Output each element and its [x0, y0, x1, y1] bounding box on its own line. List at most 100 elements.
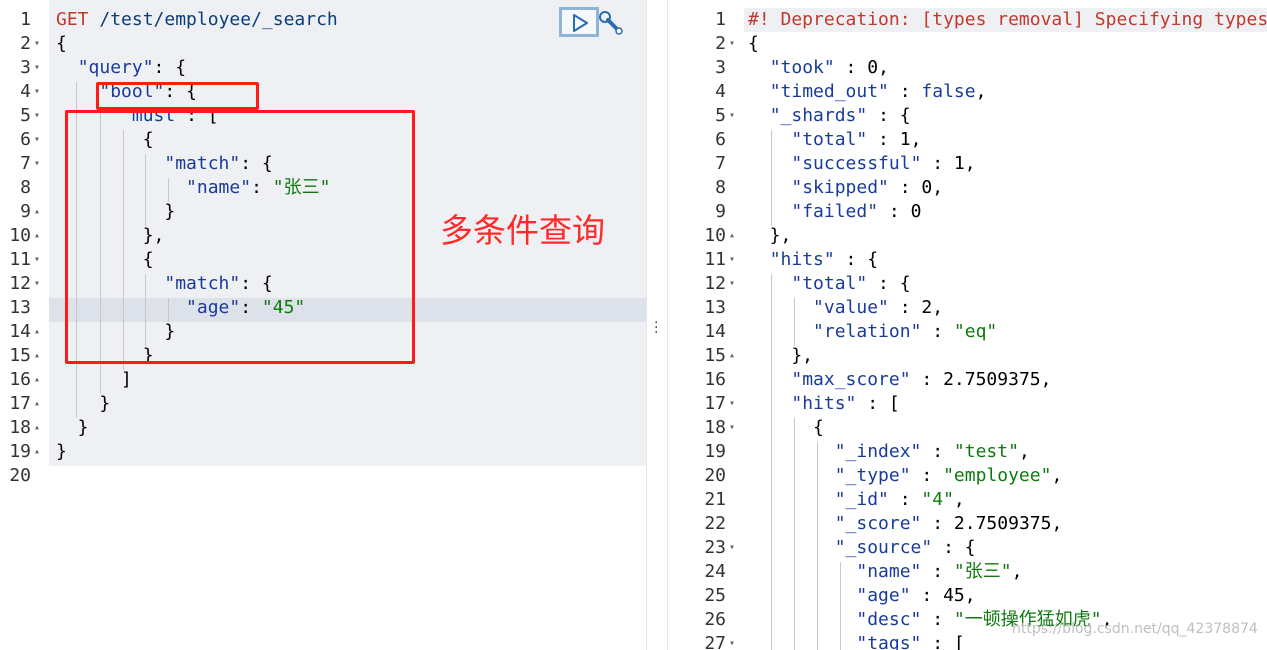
code-line[interactable]: 1 GET /test/employee/_search [0, 8, 646, 32]
pane-resizer[interactable]: · · · [646, 0, 668, 650]
code-token: , [975, 81, 987, 102]
fold-close-icon[interactable]: ▴ [34, 200, 40, 224]
code-line[interactable]: 19 "_index" : "test", [668, 440, 1267, 464]
code-token: "skipped" [791, 177, 889, 198]
line-number: 1 [20, 9, 31, 30]
fold-open-icon[interactable]: ▾ [729, 632, 735, 650]
code-line[interactable]: 7 "successful" : 1, [668, 152, 1267, 176]
code-line[interactable]: 5 ▾ "_shards" : { [668, 104, 1267, 128]
code-text: "total" : 1, [748, 128, 921, 152]
fold-open-icon[interactable]: ▾ [34, 80, 40, 104]
code-text: "_index" : "test", [748, 440, 1030, 464]
code-line[interactable]: 12 ▾ "total" : { [668, 272, 1267, 296]
code-line[interactable]: 19 ▴} [0, 440, 646, 464]
code-line[interactable]: 17 ▾ "hits" : [ [668, 392, 1267, 416]
line-number: 6 [715, 129, 726, 150]
fold-open-icon[interactable]: ▾ [729, 392, 735, 416]
request-editor[interactable]: 1 GET /test/employee/_search 2 ▾{3 ▾ "query"… [0, 0, 646, 650]
code-line[interactable]: 25 "age" : 45, [668, 584, 1267, 608]
code-token: : 0, [834, 57, 889, 78]
code-line[interactable]: 3 ▾ "query": { [0, 56, 646, 80]
code-line[interactable]: 2 ▾ { [668, 32, 1267, 56]
fold-open-icon[interactable]: ▾ [729, 248, 735, 272]
code-line[interactable]: 2 ▾ { [0, 32, 646, 56]
fold-close-icon[interactable]: ▴ [34, 440, 40, 464]
code-token: : [921, 609, 954, 630]
fold-open-icon[interactable]: ▾ [729, 416, 735, 440]
code-line[interactable]: 17 ▴ } [0, 392, 646, 416]
fold-open-icon[interactable]: ▾ [729, 272, 735, 296]
code-line[interactable]: 11 ▾ "hits" : { [668, 248, 1267, 272]
code-token: "_id" [834, 489, 889, 510]
line-number: 12 [9, 273, 31, 294]
code-token: "hits" [791, 393, 857, 414]
code-line[interactable]: 21 "_id" : "4", [668, 488, 1267, 512]
code-line[interactable]: 24 "name" : "张三", [668, 560, 1267, 584]
code-text: "skipped" : 0, [748, 176, 943, 200]
fold-open-icon[interactable]: ▾ [34, 56, 40, 80]
fold-open-icon[interactable]: ▾ [729, 104, 735, 128]
fold-close-icon[interactable]: ▴ [34, 368, 40, 392]
fold-close-icon[interactable]: ▴ [34, 320, 40, 344]
code-token: "took" [769, 57, 835, 78]
code-text: "max_score" : 2.7509375, [748, 368, 1051, 392]
fold-close-icon[interactable]: ▴ [34, 416, 40, 440]
line-number: 2 [715, 33, 726, 54]
code-line[interactable]: 4 "timed_out" : false, [668, 80, 1267, 104]
code-line[interactable]: 3 "took" : 0, [668, 56, 1267, 80]
code-line[interactable]: 14 "relation" : "eq" [668, 320, 1267, 344]
annotation-text: 多条件查询 [440, 211, 605, 250]
code-line[interactable]: 9 "failed" : 0 [668, 200, 1267, 224]
code-line[interactable]: 20 [0, 464, 646, 488]
code-line[interactable]: 1 #! Deprecation: [types removal] Specify… [668, 8, 1267, 32]
code-token: "successful" [791, 153, 922, 174]
fold-close-icon[interactable]: ▴ [34, 392, 40, 416]
fold-open-icon[interactable]: ▾ [729, 536, 735, 560]
code-token: "total" [791, 273, 868, 294]
code-line[interactable]: 18 ▾ { [668, 416, 1267, 440]
code-text: "name" : "张三", [748, 560, 1022, 584]
fold-close-icon[interactable]: ▴ [34, 344, 40, 368]
code-line[interactable]: 22 "_score" : 2.7509375, [668, 512, 1267, 536]
code-line[interactable]: 18 ▴ } [0, 416, 646, 440]
fold-open-icon[interactable]: ▾ [34, 152, 40, 176]
code-line[interactable]: 10 ▴ }, [668, 224, 1267, 248]
code-token: "age" [856, 585, 911, 606]
code-line[interactable]: 13 "value" : 2, [668, 296, 1267, 320]
code-line[interactable]: 8 "skipped" : 0, [668, 176, 1267, 200]
code-line[interactable]: 16 "max_score" : 2.7509375, [668, 368, 1267, 392]
fold-open-icon[interactable]: ▾ [34, 128, 40, 152]
fold-open-icon[interactable]: ▾ [34, 104, 40, 128]
code-token: GET [56, 9, 89, 30]
code-line[interactable]: 23 ▾ "_source" : { [668, 536, 1267, 560]
fold-close-icon[interactable]: ▴ [34, 224, 40, 248]
code-line[interactable]: 6 "total" : 1, [668, 128, 1267, 152]
code-token: : [921, 561, 954, 582]
run-button[interactable] [559, 7, 599, 37]
code-text: "failed" : 0 [748, 200, 921, 224]
code-token: "_index" [834, 441, 922, 462]
fold-open-icon[interactable]: ▾ [729, 32, 735, 56]
fold-close-icon[interactable]: ▴ [729, 344, 735, 368]
wrench-icon[interactable] [598, 10, 624, 36]
line-number: 14 [704, 321, 726, 342]
fold-open-icon[interactable]: ▾ [34, 32, 40, 56]
code-line[interactable]: 15 ▴ }, [668, 344, 1267, 368]
code-line[interactable]: 20 "_type" : "employee", [668, 464, 1267, 488]
fold-close-icon[interactable]: ▴ [729, 224, 735, 248]
code-line[interactable]: 16 ▴ ] [0, 368, 646, 392]
response-viewer[interactable]: 1 #! Deprecation: [types removal] Specify… [668, 0, 1267, 650]
code-token: { [748, 417, 824, 438]
fold-open-icon[interactable]: ▾ [34, 248, 40, 272]
fold-open-icon[interactable]: ▾ [34, 272, 40, 296]
